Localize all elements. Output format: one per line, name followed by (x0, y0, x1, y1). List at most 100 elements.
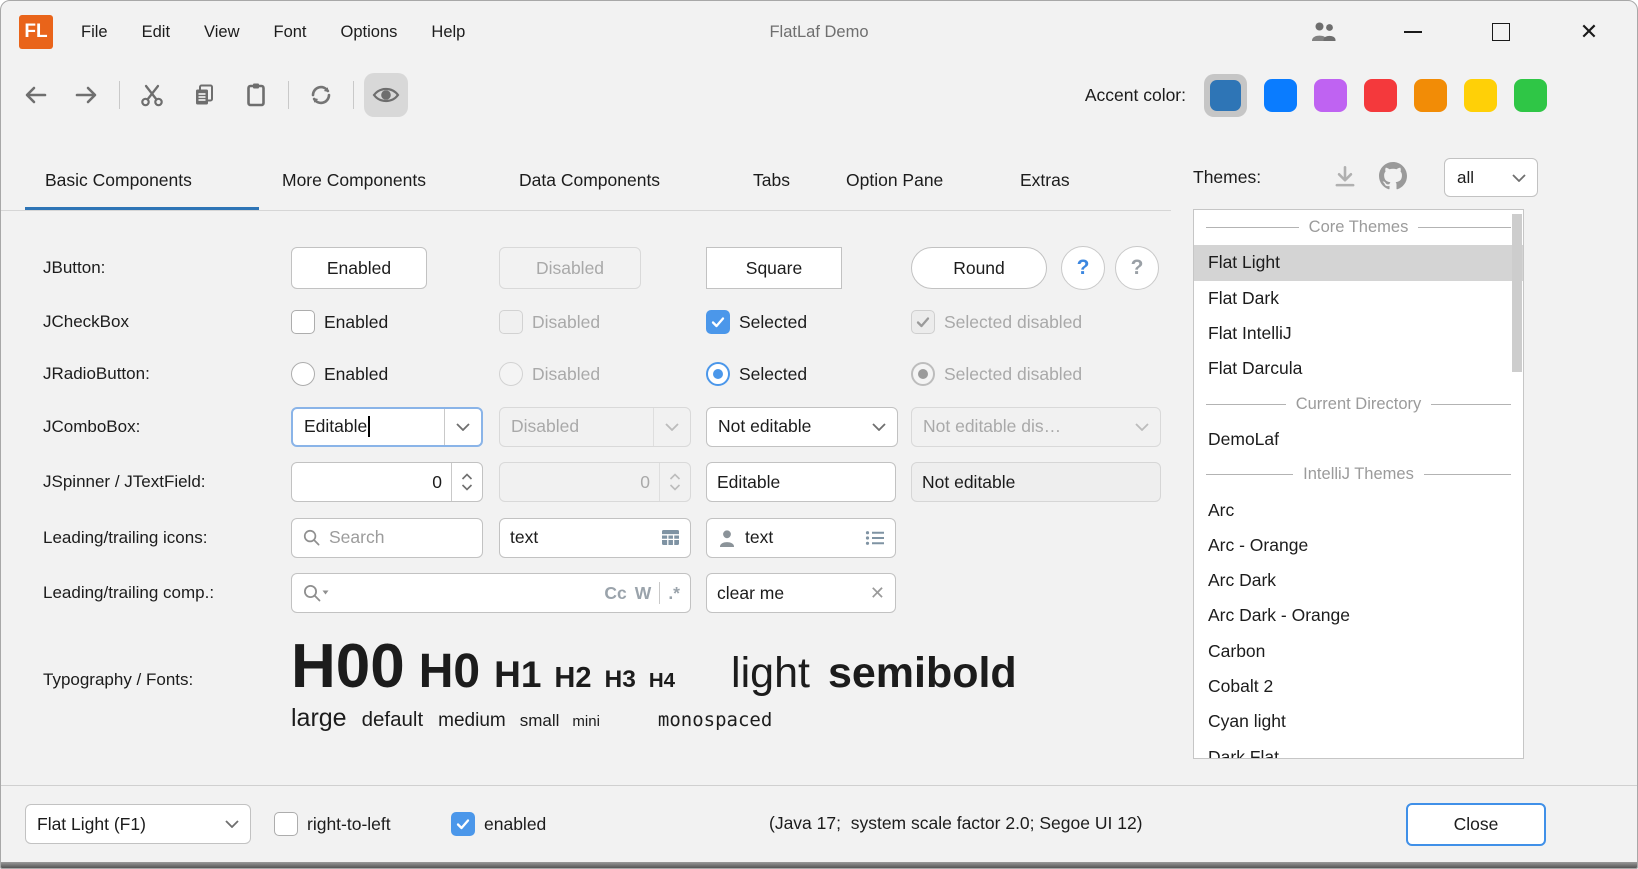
textfield-editable[interactable]: Editable (706, 462, 896, 502)
theme-item-flat-intellij[interactable]: Flat IntelliJ (1194, 316, 1523, 351)
spinner-enabled[interactable]: 0 (291, 462, 483, 502)
close-window-button[interactable]: ✕ (1569, 12, 1609, 52)
theme-item-arc[interactable]: Arc (1194, 492, 1523, 527)
theme-item-cobalt-2[interactable]: Cobalt 2 (1194, 669, 1523, 704)
minimize-button[interactable] (1393, 12, 1433, 52)
theme-item-arc-dark-orange[interactable]: Arc Dark - Orange (1194, 598, 1523, 633)
theme-item-carbon[interactable]: Carbon (1194, 634, 1523, 669)
accent-swatch-color (1210, 80, 1241, 111)
combobox-not-editable[interactable]: Not editable (706, 407, 898, 447)
combobox-editable[interactable]: Editable (291, 407, 483, 447)
clearable-field[interactable]: clear me ✕ (706, 573, 896, 613)
theme-item-flat-darcula[interactable]: Flat Darcula (1194, 351, 1523, 386)
accent-swatch-selected[interactable] (1204, 74, 1247, 117)
theme-item-arc-orange[interactable]: Arc - Orange (1194, 528, 1523, 563)
typo-h2: H2 (554, 662, 591, 695)
text-field-table[interactable]: text (499, 518, 691, 558)
typo-default: default (362, 708, 424, 732)
search-field-with-options[interactable]: Cc W .* (291, 573, 691, 613)
cut-button[interactable] (130, 73, 174, 117)
search-icon (302, 528, 321, 547)
scissors-icon (139, 82, 165, 108)
right-to-left-checkbox[interactable] (274, 812, 298, 836)
users-icon[interactable] (1305, 12, 1345, 52)
chevron-down-icon[interactable] (861, 423, 897, 431)
accent-swatch-yellow[interactable] (1464, 79, 1497, 112)
chevron-down-icon[interactable] (445, 423, 481, 431)
text-field-value: text (510, 527, 653, 548)
theme-item-demolaf[interactable]: DemoLaf (1194, 422, 1523, 457)
search-field[interactable]: Search (291, 518, 483, 558)
maximize-button[interactable] (1481, 12, 1521, 52)
table-icon[interactable] (661, 529, 680, 546)
menu-edit[interactable]: Edit (142, 23, 170, 42)
tab-more-components[interactable]: More Components (282, 170, 426, 191)
menu-options[interactable]: Options (341, 23, 398, 42)
download-themes-button[interactable] (1329, 161, 1361, 193)
theme-item-flat-light[interactable]: Flat Light (1194, 245, 1523, 280)
tab-extras[interactable]: Extras (1020, 170, 1070, 191)
whole-word-toggle[interactable]: W (635, 583, 652, 604)
menu-file[interactable]: File (81, 23, 108, 42)
textfield-not-editable-value: Not editable (922, 472, 1015, 493)
enabled-button[interactable]: Enabled (291, 247, 427, 289)
radio-enabled[interactable] (291, 362, 315, 386)
chevron-down-icon[interactable] (214, 820, 250, 828)
theme-item-cyan-light[interactable]: Cyan light (1194, 704, 1523, 739)
themes-scrollbar[interactable] (1512, 212, 1522, 756)
radio-selected[interactable] (706, 362, 730, 386)
accent-swatch-orange[interactable] (1414, 79, 1447, 112)
theme-item-arc-dark[interactable]: Arc Dark (1194, 563, 1523, 598)
match-case-toggle[interactable]: Cc (604, 583, 626, 604)
spinner-arrows-icon[interactable] (452, 470, 482, 494)
checkbox-enabled[interactable] (291, 310, 315, 334)
menu-font[interactable]: Font (274, 23, 307, 42)
accent-swatch-blue[interactable] (1264, 79, 1297, 112)
typography-label: Typography / Fonts: (43, 670, 193, 690)
tab-option-pane[interactable]: Option Pane (846, 170, 943, 191)
clear-icon[interactable]: ✕ (870, 583, 885, 604)
text-field-user[interactable]: text (706, 518, 896, 558)
help-button-gray[interactable]: ? (1115, 246, 1159, 290)
scrollbar-thumb[interactable] (1512, 214, 1522, 372)
chevron-down-icon (1124, 423, 1160, 431)
tab-tabs[interactable]: Tabs (753, 170, 790, 191)
accent-swatch-purple[interactable] (1314, 79, 1347, 112)
clearable-field-value: clear me (717, 583, 862, 604)
refresh-button[interactable] (299, 73, 343, 117)
list-icon[interactable] (865, 530, 885, 546)
tab-basic-components[interactable]: Basic Components (45, 170, 192, 191)
show-details-toggle[interactable] (364, 73, 408, 117)
checkbox-selected[interactable] (706, 310, 730, 334)
menubar: File Edit View Font Options Help (81, 23, 465, 42)
help-button-blue[interactable]: ? (1061, 246, 1105, 290)
radio-disabled (499, 362, 523, 386)
typo-light: light (731, 649, 810, 698)
laf-selector-combobox[interactable]: Flat Light (F1) (25, 804, 251, 844)
arrow-left-icon (20, 83, 50, 107)
theme-group-separator: IntelliJ Themes (1194, 457, 1523, 492)
accent-swatch-green[interactable] (1514, 79, 1547, 112)
paste-button[interactable] (234, 73, 278, 117)
leading-trailing-comp-row: Leading/trailing comp.: Cc W .* clear me… (43, 573, 1171, 613)
close-button[interactable]: Close (1406, 803, 1546, 846)
round-button[interactable]: Round (911, 247, 1047, 289)
square-button[interactable]: Square (706, 247, 842, 289)
theme-item-flat-dark[interactable]: Flat Dark (1194, 281, 1523, 316)
themes-filter-combobox[interactable]: all (1444, 158, 1538, 197)
theme-item-dark-flat[interactable]: Dark Flat (1194, 739, 1523, 759)
copy-button[interactable] (182, 73, 226, 117)
github-button[interactable] (1377, 160, 1409, 192)
forward-button[interactable] (65, 73, 109, 117)
jcombobox-row: JComboBox: Editable Disabled Not editabl (43, 406, 1171, 447)
enabled-checkbox[interactable] (451, 812, 475, 836)
search-dropdown-icon[interactable] (302, 583, 329, 603)
menu-help[interactable]: Help (431, 23, 465, 42)
tab-data-components[interactable]: Data Components (519, 170, 660, 191)
typo-h3: H3 (605, 666, 636, 694)
menu-view[interactable]: View (204, 23, 239, 42)
spinner-disabled: 0 (499, 462, 691, 502)
accent-swatch-red[interactable] (1364, 79, 1397, 112)
regex-toggle[interactable]: .* (668, 583, 680, 604)
back-button[interactable] (13, 73, 57, 117)
